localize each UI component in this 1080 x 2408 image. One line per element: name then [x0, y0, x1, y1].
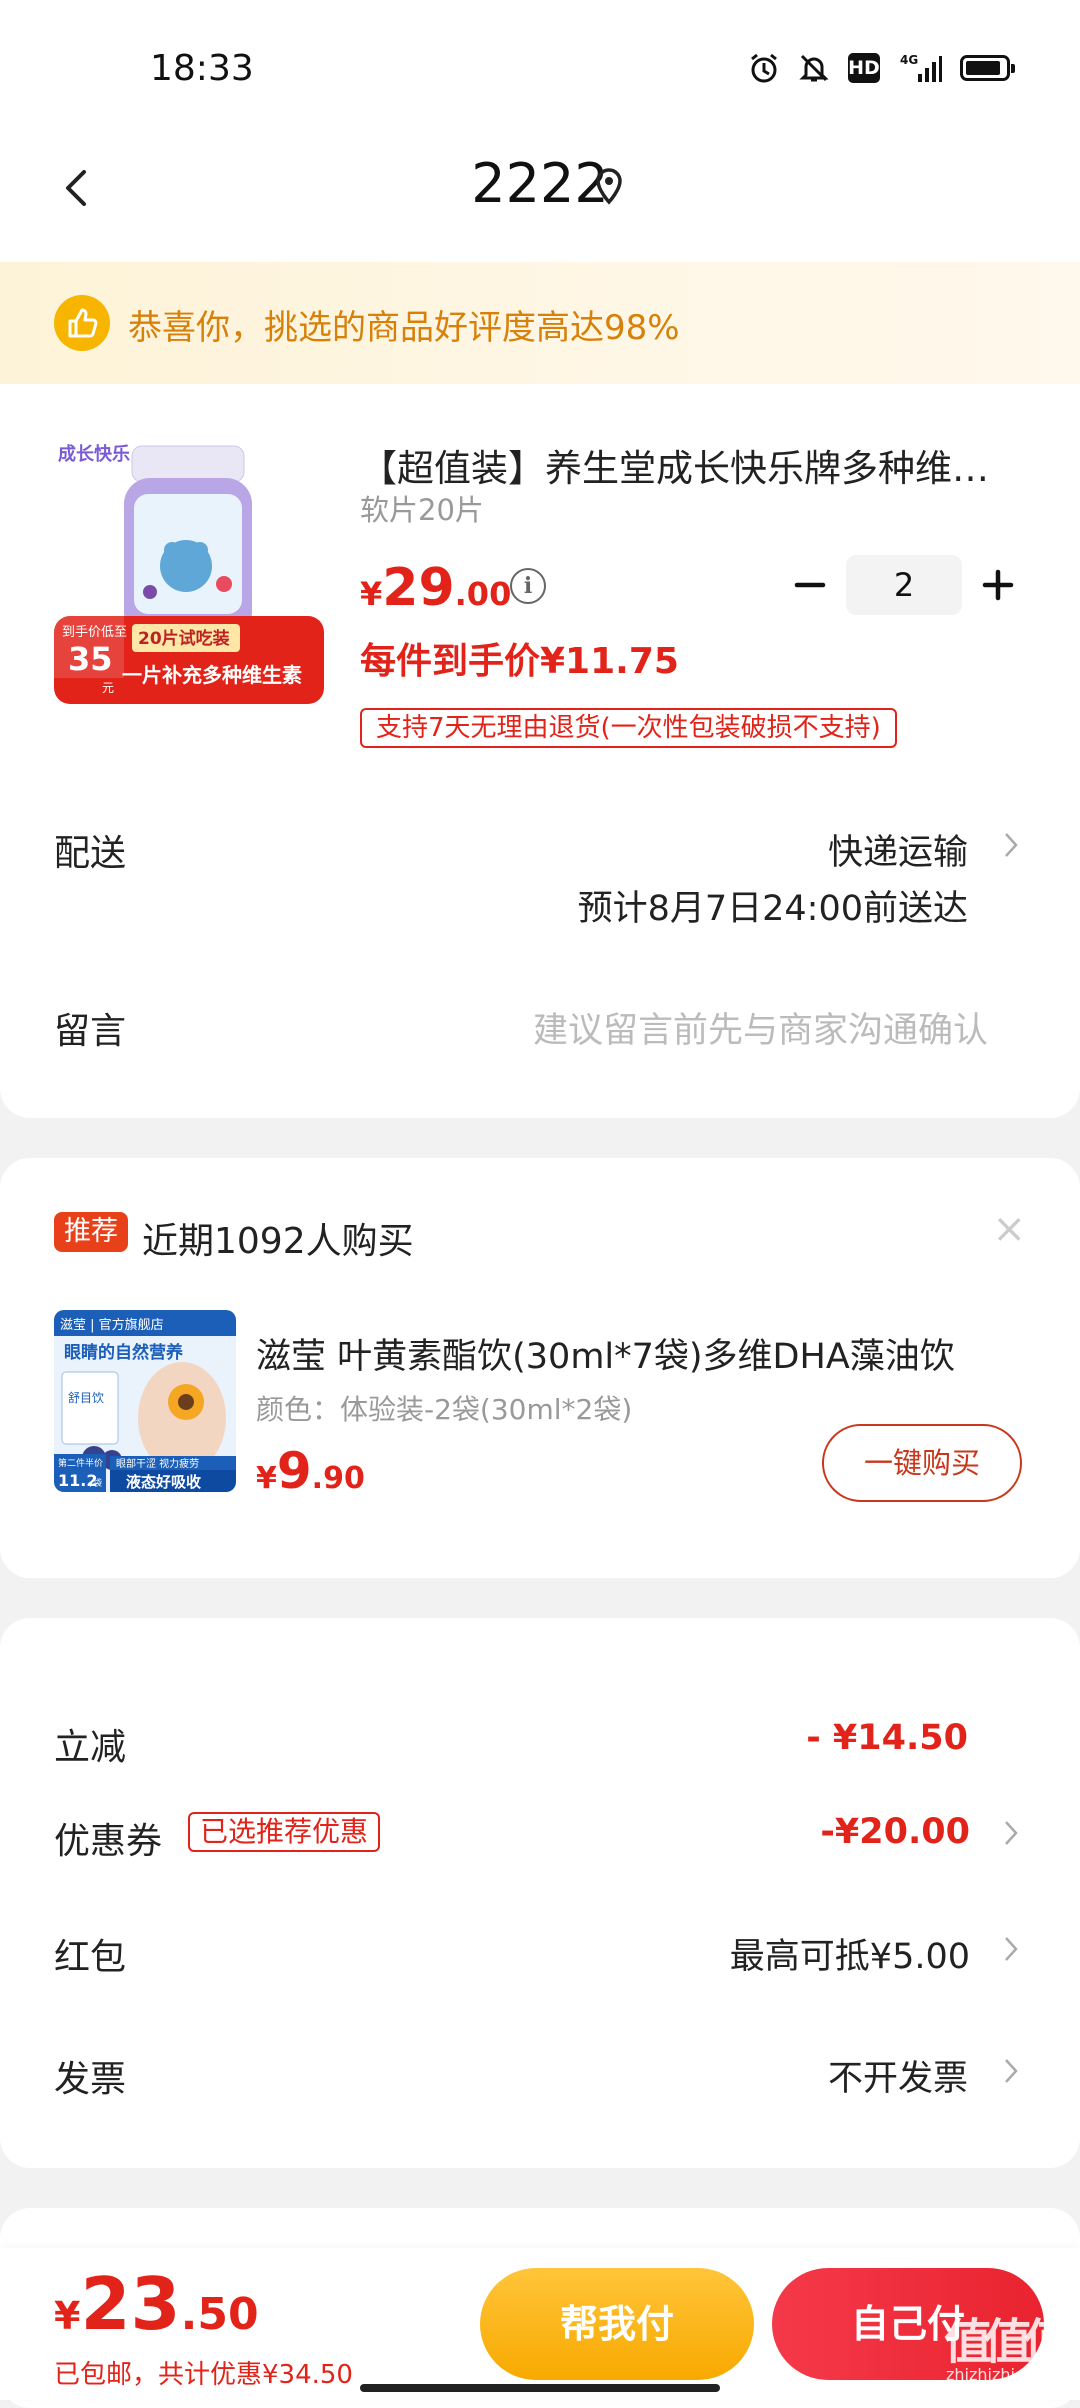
- badge-top-text: 到手价低至: [62, 625, 127, 640]
- total-price: ¥23.50: [54, 2262, 259, 2346]
- total-currency: ¥: [54, 2294, 81, 2338]
- badge-price-text: 35: [68, 640, 113, 678]
- minus-icon: [794, 582, 826, 588]
- discount-value: - ¥14.50: [806, 1718, 968, 1758]
- badge-tag2-text: 一片补充多种维生素: [122, 663, 302, 687]
- rprice-currency: ¥: [256, 1461, 277, 1496]
- coupon-tag: 已选推荐优惠: [188, 1812, 381, 1852]
- battery-icon: [960, 55, 1015, 81]
- message-label: 留言: [54, 1011, 127, 1052]
- coupon-value[interactable]: -¥20.00: [820, 1812, 970, 1852]
- checkout-bar: ¥23.50 已包邮，共计优惠¥34.50 帮我付 自己付: [0, 2248, 1080, 2400]
- total-subtext: 已包邮，共计优惠¥34.50: [54, 2360, 353, 2390]
- price-currency: ¥: [360, 575, 383, 613]
- recommend-item-spec: 颜色：体验装-2袋(30ml*2袋): [256, 1393, 633, 1426]
- rprice-integer: 9: [276, 1442, 312, 1500]
- help-pay-button[interactable]: 帮我付: [480, 2268, 754, 2380]
- quantity-stepper: 2: [786, 554, 1022, 616]
- close-icon[interactable]: ×: [992, 1206, 1026, 1252]
- product-spec[interactable]: 软片20片: [360, 487, 484, 529]
- unit-price: 每件到手价¥11.75: [360, 641, 679, 682]
- recommend-card: 推荐 近期1092人购买 × 滋莹 | 官方旗舰店 眼睛的自然营养 舒目饮 第二…: [0, 1158, 1080, 1578]
- signal-icon: 4G: [898, 52, 942, 84]
- total-decimal: .50: [180, 2289, 259, 2340]
- delivery-eta: 预计8月7日24:00前送达: [577, 889, 968, 929]
- product-brand-mark: 成长快乐: [58, 443, 130, 465]
- recommend-item-title[interactable]: 滋莹 叶黄素酯饮(30ml*7袋)多维DHA藻油饮: [256, 1328, 1000, 1379]
- watermark-logo: 值 值 值 zhizhizhi.com: [944, 2306, 1072, 2386]
- page-title: 2222: [471, 152, 609, 215]
- product-title[interactable]: 【超值装】养生堂成长快乐牌多种维生素咀嚼片: [360, 438, 1020, 492]
- decrease-quantity-button[interactable]: [786, 561, 834, 609]
- recommend-text: 近期1092人购买: [142, 1221, 414, 1262]
- location-pin-icon[interactable]: [592, 166, 626, 210]
- rec-image-promo-top: 第二件半价: [58, 1457, 103, 1469]
- rprice-decimal: .90: [311, 1461, 365, 1496]
- rating-banner: 恭喜你，挑选的商品好评度高达98%: [0, 262, 1080, 384]
- recommend-badge: 推荐: [54, 1212, 128, 1252]
- price-summary-card: 立减 - ¥14.50 优惠券 已选推荐优惠 -¥20.00 红包 最高可抵¥5…: [0, 1618, 1080, 2168]
- price-decimal: .00: [454, 575, 512, 613]
- header: 2222: [0, 130, 1080, 262]
- hd-icon: HD: [848, 53, 880, 83]
- banner-text: 恭喜你，挑选的商品好评度高达98%: [128, 308, 680, 348]
- chevron-right-icon[interactable]: [1004, 1936, 1018, 1962]
- watermark-site: zhizhizhi.com: [946, 2365, 1054, 2384]
- invoice-value[interactable]: 不开发票: [828, 2050, 968, 2101]
- watermark-char: 值: [1024, 2314, 1064, 2370]
- coupon-label: 优惠券: [54, 1821, 163, 1862]
- delivery-method[interactable]: 快递运输: [828, 824, 968, 875]
- increase-quantity-button[interactable]: [974, 561, 1022, 609]
- product-card: 成长快乐 到手价低至 35 元 20片试吃装 一片补充多种维生素 【超值装】养生…: [0, 384, 1080, 1118]
- rec-image-headline: 眼睛的自然营养: [64, 1342, 184, 1363]
- invoice-label: 发票: [54, 2059, 127, 2100]
- home-indicator[interactable]: [360, 2384, 720, 2392]
- recommend-item-price: ¥9.90: [256, 1442, 365, 1500]
- svg-text:4G: 4G: [900, 53, 918, 67]
- rec-image-bar2: 液态好吸收: [126, 1473, 201, 1491]
- info-icon[interactable]: i: [510, 568, 546, 604]
- total-integer: 23: [80, 2262, 181, 2346]
- discount-label: 立减: [54, 1727, 127, 1768]
- alarm-icon: [748, 52, 780, 84]
- quantity-value[interactable]: 2: [846, 555, 962, 615]
- rec-image-store: 滋莹 | 官方旗舰店: [60, 1317, 164, 1333]
- rec-image-bar1: 眼部干涩 视力疲劳: [116, 1457, 199, 1470]
- message-input[interactable]: 建议留言前先与商家沟通确认: [533, 1002, 988, 1053]
- plus-icon: [982, 569, 1014, 601]
- thumbs-up-icon: [54, 295, 110, 351]
- delivery-label: 配送: [54, 833, 127, 874]
- redpacket-label: 红包: [54, 1937, 127, 1978]
- rec-image-pkg: 舒目饮: [68, 1391, 104, 1405]
- status-bar: 18:33 HD 4G: [0, 0, 1080, 130]
- price-integer: 29: [382, 558, 455, 618]
- status-time: 18:33: [150, 48, 254, 89]
- product-image[interactable]: 成长快乐 到手价低至 35 元 20片试吃装 一片补充多种维生素: [54, 434, 324, 714]
- recommend-item-image[interactable]: 滋莹 | 官方旗舰店 眼睛的自然营养 舒目饮 第二件半价 11.2 /袋 眼部干…: [54, 1310, 236, 1492]
- rec-image-promo-unit: /袋: [90, 1477, 102, 1489]
- return-policy-tag: 支持7天无理由退货(一次性包装破损不支持): [360, 708, 897, 748]
- bell-off-icon: [798, 52, 830, 84]
- redpacket-value[interactable]: 最高可抵¥5.00: [730, 1928, 970, 1979]
- chevron-right-icon[interactable]: [1004, 1820, 1018, 1846]
- badge-tag1-text: 20片试吃装: [138, 628, 230, 649]
- status-icons: HD 4G: [748, 52, 1015, 84]
- chevron-right-icon[interactable]: [1004, 2058, 1018, 2084]
- badge-unit-text: 元: [102, 681, 114, 695]
- one-click-buy-button[interactable]: 一键购买: [822, 1424, 1022, 1502]
- chevron-right-icon[interactable]: [1004, 832, 1018, 858]
- product-price: ¥29.00: [360, 558, 511, 618]
